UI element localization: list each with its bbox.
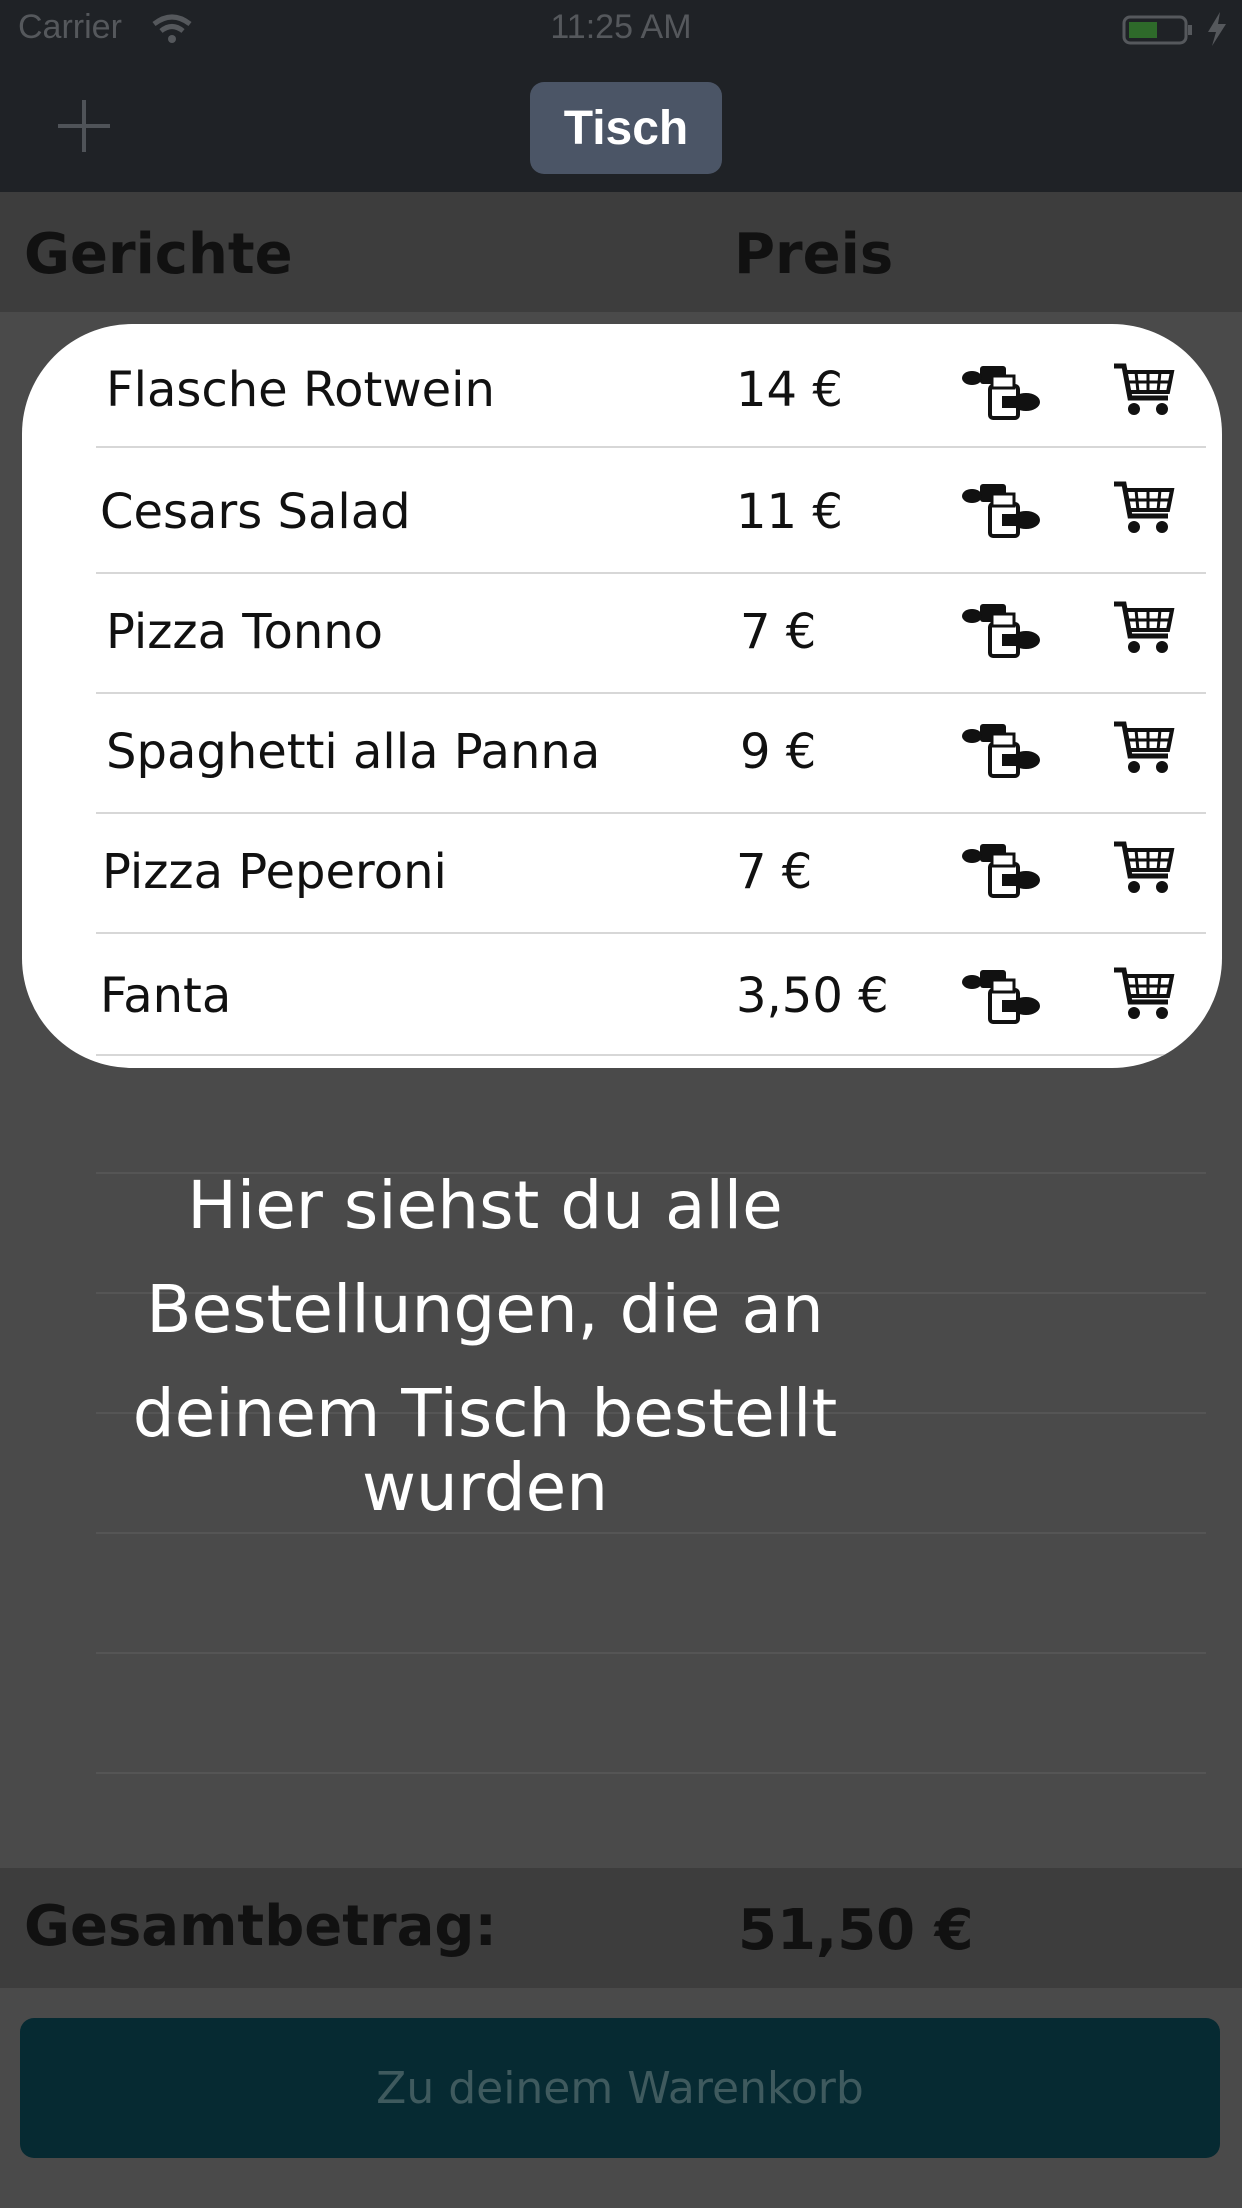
- total-value: 51,50 €: [738, 1898, 974, 1963]
- battery-icon: [1122, 15, 1192, 45]
- row-separator: [96, 1054, 1206, 1056]
- dish-name: Cesars Salad: [100, 484, 411, 540]
- dish-name: Pizza Peperoni: [102, 844, 447, 900]
- coach-mark-hint: Hier siehst du alle Bestellungen, die an…: [100, 1154, 870, 1540]
- split-bill-hands-icon[interactable]: [962, 480, 1042, 540]
- go-to-cart-button[interactable]: Zu deinem Warenkorb: [20, 2018, 1220, 2158]
- dish-price: 7 €: [740, 604, 817, 660]
- status-bar: Carrier 11:25 AM: [0, 0, 1242, 60]
- table-row[interactable]: Pizza Peperoni 7 €: [22, 812, 1222, 934]
- row-separator: [96, 1772, 1206, 1774]
- split-bill-hands-icon[interactable]: [962, 600, 1042, 660]
- charging-bolt-icon: [1208, 12, 1226, 46]
- table-row[interactable]: Flasche Rotwein 14 €: [22, 324, 1222, 448]
- table-row[interactable]: Cesars Salad 11 €: [22, 452, 1222, 574]
- row-separator: [96, 446, 1206, 448]
- shopping-cart-icon[interactable]: [1112, 718, 1176, 776]
- dish-price: 7 €: [736, 844, 813, 900]
- table-header: Gerichte Preis: [0, 192, 1242, 312]
- split-bill-hands-icon[interactable]: [962, 966, 1042, 1026]
- plus-icon[interactable]: [56, 98, 112, 154]
- status-time: 11:25 AM: [550, 8, 692, 46]
- dish-price: 14 €: [736, 362, 843, 418]
- split-bill-hands-icon[interactable]: [962, 362, 1042, 422]
- dish-name: Spaghetti alla Panna: [106, 724, 601, 780]
- column-header-price: Preis: [734, 222, 894, 287]
- dish-price: 11 €: [736, 484, 843, 540]
- navigation-bar: Tisch: [0, 60, 1242, 192]
- order-list-spotlight: Flasche Rotwein 14 € Cesars Salad 11 € P…: [22, 324, 1222, 1068]
- dish-price: 9 €: [740, 724, 817, 780]
- shopping-cart-icon[interactable]: [1112, 598, 1176, 656]
- split-bill-hands-icon[interactable]: [962, 720, 1042, 780]
- shopping-cart-icon[interactable]: [1112, 964, 1176, 1022]
- hint-line: Hier siehst du alle: [187, 1167, 783, 1244]
- dish-name: Flasche Rotwein: [106, 362, 495, 418]
- column-header-dishes: Gerichte: [24, 222, 293, 287]
- table-row[interactable]: Pizza Tonno 7 €: [22, 572, 1222, 694]
- dish-price: 3,50 €: [736, 968, 889, 1024]
- shopping-cart-icon[interactable]: [1112, 478, 1176, 536]
- total-bar: Gesamtbetrag: 51,50 €: [0, 1868, 1242, 1988]
- shopping-cart-icon[interactable]: [1112, 838, 1176, 896]
- dish-name: Fanta: [100, 968, 232, 1024]
- hint-line: Bestellungen, die an: [146, 1271, 824, 1348]
- tab-tisch[interactable]: Tisch: [530, 82, 722, 174]
- dish-name: Pizza Tonno: [106, 604, 384, 660]
- table-row[interactable]: Fanta 3,50 €: [22, 932, 1222, 1056]
- table-row[interactable]: Spaghetti alla Panna 9 €: [22, 692, 1222, 814]
- total-label: Gesamtbetrag:: [24, 1894, 497, 1959]
- split-bill-hands-icon[interactable]: [962, 840, 1042, 900]
- shopping-cart-icon[interactable]: [1112, 360, 1176, 418]
- row-separator: [96, 1652, 1206, 1654]
